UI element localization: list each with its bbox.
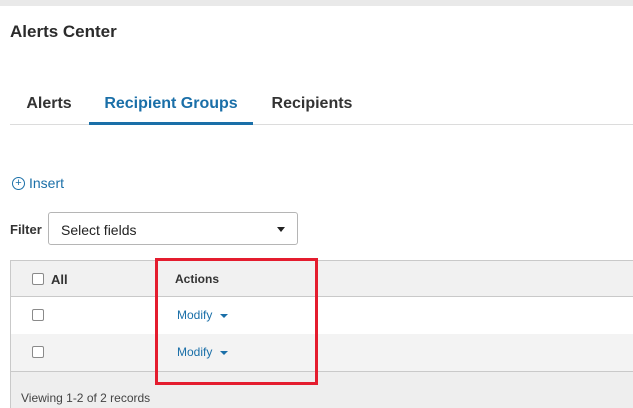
modify-label: Modify — [177, 345, 213, 359]
actions-column-header: Actions — [175, 272, 220, 286]
table-row: Modify — [11, 334, 633, 372]
tab-recipients[interactable]: Recipients — [253, 88, 371, 124]
insert-button[interactable]: + Insert — [12, 175, 64, 191]
column-divider — [155, 261, 156, 297]
select-all-label: All — [51, 272, 68, 287]
filter-select[interactable]: Select fields — [48, 212, 298, 245]
caret-down-icon — [220, 314, 229, 318]
tab-alerts[interactable]: Alerts — [10, 88, 88, 124]
modify-label: Modify — [177, 308, 213, 322]
tab-recipient-groups[interactable]: Recipient Groups — [89, 88, 253, 125]
chevron-down-icon — [277, 227, 285, 232]
caret-down-icon — [220, 351, 229, 355]
modify-dropdown[interactable]: Modify — [177, 345, 229, 359]
filter-label: Filter — [10, 222, 42, 237]
row-checkbox[interactable] — [32, 309, 44, 321]
record-count: Viewing 1-2 of 2 records — [21, 391, 151, 405]
select-all-checkbox[interactable] — [32, 273, 44, 285]
plus-circle-icon: + — [12, 176, 25, 190]
recipient-groups-grid: All Actions Modify Modify Viewing 1-2 of… — [10, 260, 633, 408]
tab-bar: Alerts Recipient Groups Recipients — [10, 88, 633, 125]
modify-dropdown[interactable]: Modify — [177, 308, 229, 322]
row-checkbox[interactable] — [32, 346, 44, 358]
page-title: Alerts Center — [10, 22, 117, 41]
top-strip — [0, 0, 633, 6]
grid-header: All Actions — [11, 260, 633, 297]
filter-select-value: Select fields — [61, 222, 137, 238]
insert-label: Insert — [29, 175, 65, 191]
table-row: Modify — [11, 297, 633, 334]
